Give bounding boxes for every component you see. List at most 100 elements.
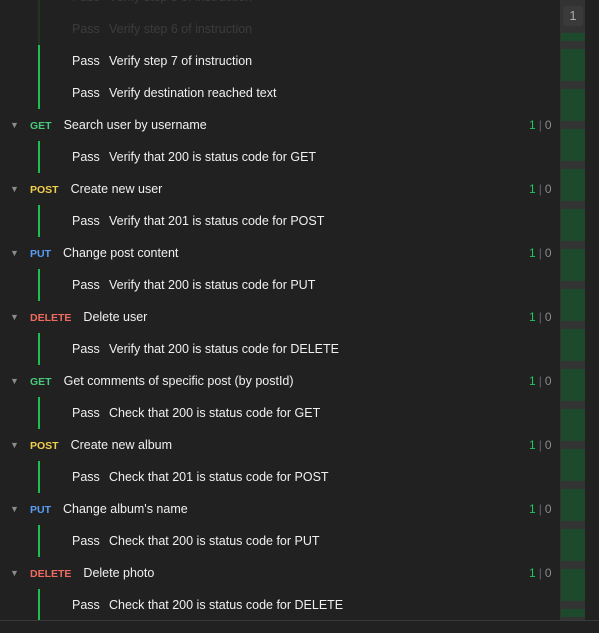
- pass-indicator-bar: [38, 141, 40, 173]
- iteration-badge[interactable]: 1: [563, 6, 583, 26]
- pass-indicator-bar: [38, 461, 40, 493]
- collapse-arrow-icon[interactable]: ▼: [10, 429, 19, 461]
- test-description: Verify that 201 is status code for POST: [109, 214, 325, 228]
- request-row[interactable]: ▼ POST Create new user 1 | 0: [0, 173, 560, 205]
- count-separator: |: [538, 374, 542, 388]
- test-description: Verify step 5 of instruction: [109, 0, 252, 13]
- test-status: Pass: [72, 470, 100, 484]
- collapse-arrow-icon[interactable]: ▼: [10, 173, 19, 205]
- count-separator: |: [538, 182, 542, 196]
- request-row[interactable]: ▼ GET Get comments of specific post (by po…: [0, 365, 560, 397]
- test-description: Verify that 200 is status code for DELET…: [109, 342, 339, 356]
- request-row[interactable]: ▼ PUT Change post content 1 | 0: [0, 237, 560, 269]
- pass-indicator-bar: [38, 77, 40, 109]
- test-result-row: Pass Check that 200 is status code for PU…: [0, 525, 560, 557]
- test-description: Verify destination reached text: [109, 86, 277, 100]
- count-separator: |: [538, 310, 542, 324]
- method-badge: POST Create new album: [30, 429, 172, 462]
- failed-count: 0: [544, 502, 552, 516]
- pass-fail-count: 1 | 0: [529, 173, 552, 205]
- passed-count: 1: [529, 310, 536, 324]
- test-status: Pass: [72, 86, 100, 100]
- passed-count: 1: [529, 246, 536, 260]
- method-label: PUT: [30, 504, 51, 516]
- method-badge: GET Get comments of specific post (by pos…: [30, 365, 294, 398]
- request-name: Change album's name: [63, 502, 188, 516]
- test-description: Check that 200 is status code for GET: [109, 406, 321, 420]
- pass-fail-count: 1 | 0: [529, 429, 552, 461]
- test-status: Pass: [72, 278, 100, 292]
- test-result-row: Pass Verify step 6 of instruction: [0, 13, 560, 45]
- test-result-row: Pass Verify that 201 is status code for P…: [0, 205, 560, 237]
- failed-count: 0: [544, 438, 552, 452]
- passed-count: 1: [529, 182, 536, 196]
- scrollbar-pass-markers: [561, 33, 585, 617]
- pass-fail-count: 1 | 0: [529, 493, 552, 525]
- test-description: Check that 201 is status code for POST: [109, 470, 329, 484]
- request-row[interactable]: ▼ POST Create new album 1 | 0: [0, 429, 560, 461]
- request-name: Delete photo: [83, 566, 155, 580]
- method-badge: POST Create new user: [30, 173, 162, 206]
- method-label: GET: [30, 376, 52, 388]
- test-description: Verify that 200 is status code for PUT: [109, 278, 316, 292]
- collapse-arrow-icon[interactable]: ▼: [10, 365, 19, 397]
- failed-count: 0: [544, 374, 552, 388]
- collapse-arrow-icon[interactable]: ▼: [10, 237, 19, 269]
- test-status: Pass: [72, 342, 100, 356]
- pass-indicator-bar: [38, 269, 40, 301]
- test-description: Verify that 200 is status code for GET: [109, 150, 317, 164]
- count-separator: |: [538, 246, 542, 260]
- request-name: Create new album: [70, 438, 173, 452]
- test-status: Pass: [72, 214, 100, 228]
- test-description: Verify step 7 of instruction: [109, 54, 253, 68]
- pass-indicator-bar: [38, 397, 40, 429]
- test-description: Verify step 6 of instruction: [109, 22, 253, 36]
- method-label: DELETE: [30, 312, 72, 324]
- pass-indicator-bar: [38, 525, 40, 557]
- collapse-arrow-icon[interactable]: ▼: [10, 493, 19, 525]
- test-result-row: Pass Check that 200 is status code for DE…: [0, 589, 560, 621]
- failed-count: 0: [544, 118, 552, 132]
- pass-indicator-bar: [38, 205, 40, 237]
- count-separator: |: [538, 438, 542, 452]
- test-status: Pass: [72, 22, 100, 36]
- pass-indicator-bar: [38, 333, 40, 365]
- method-badge: DELETE Delete user: [30, 301, 147, 334]
- request-row[interactable]: ▼ PUT Change album's name 1 | 0: [0, 493, 560, 525]
- bottom-divider: [0, 620, 599, 633]
- test-result-row: Pass Check that 201 is status code for PO…: [0, 461, 560, 493]
- request-row[interactable]: ▼ GET Search user by username 1 | 0: [0, 109, 560, 141]
- test-status: Pass: [72, 598, 100, 612]
- failed-count: 0: [544, 246, 552, 260]
- test-status: Pass: [72, 150, 100, 164]
- test-results-list: Pass Verify step 5 of instruction Pass Veri…: [0, 0, 560, 621]
- count-separator: |: [538, 566, 542, 580]
- failed-count: 0: [544, 182, 552, 196]
- request-row[interactable]: ▼ DELETE Delete photo 1 | 0: [0, 557, 560, 589]
- request-name: Create new user: [70, 182, 163, 196]
- test-result-row: Pass Verify step 7 of instruction: [0, 45, 560, 77]
- collapse-arrow-icon[interactable]: ▼: [10, 109, 19, 141]
- pass-indicator-bar: [38, 0, 40, 13]
- test-description: Check that 200 is status code for PUT: [109, 534, 320, 548]
- results-scrollbar[interactable]: [560, 0, 585, 620]
- pass-fail-count: 1 | 0: [529, 301, 552, 333]
- count-separator: |: [538, 502, 542, 516]
- test-result-row: Pass Verify that 200 is status code for P…: [0, 269, 560, 301]
- request-name: Delete user: [83, 310, 148, 324]
- count-separator: |: [538, 118, 542, 132]
- test-status: Pass: [72, 54, 100, 68]
- collapse-arrow-icon[interactable]: ▼: [10, 301, 19, 333]
- test-status: Pass: [72, 0, 100, 13]
- pass-indicator-bar: [38, 13, 40, 45]
- collapse-arrow-icon[interactable]: ▼: [10, 557, 19, 589]
- test-result-row: Pass Check that 200 is status code for GE…: [0, 397, 560, 429]
- method-label: POST: [30, 440, 59, 452]
- test-result-row: Pass Verify that 200 is status code for D…: [0, 333, 560, 365]
- pass-fail-count: 1 | 0: [529, 365, 552, 397]
- method-badge: PUT Change post content: [30, 237, 178, 270]
- test-result-row: Pass Verify destination reached text: [0, 77, 560, 109]
- method-badge: DELETE Delete photo: [30, 557, 154, 590]
- failed-count: 0: [544, 566, 552, 580]
- request-row[interactable]: ▼ DELETE Delete user 1 | 0: [0, 301, 560, 333]
